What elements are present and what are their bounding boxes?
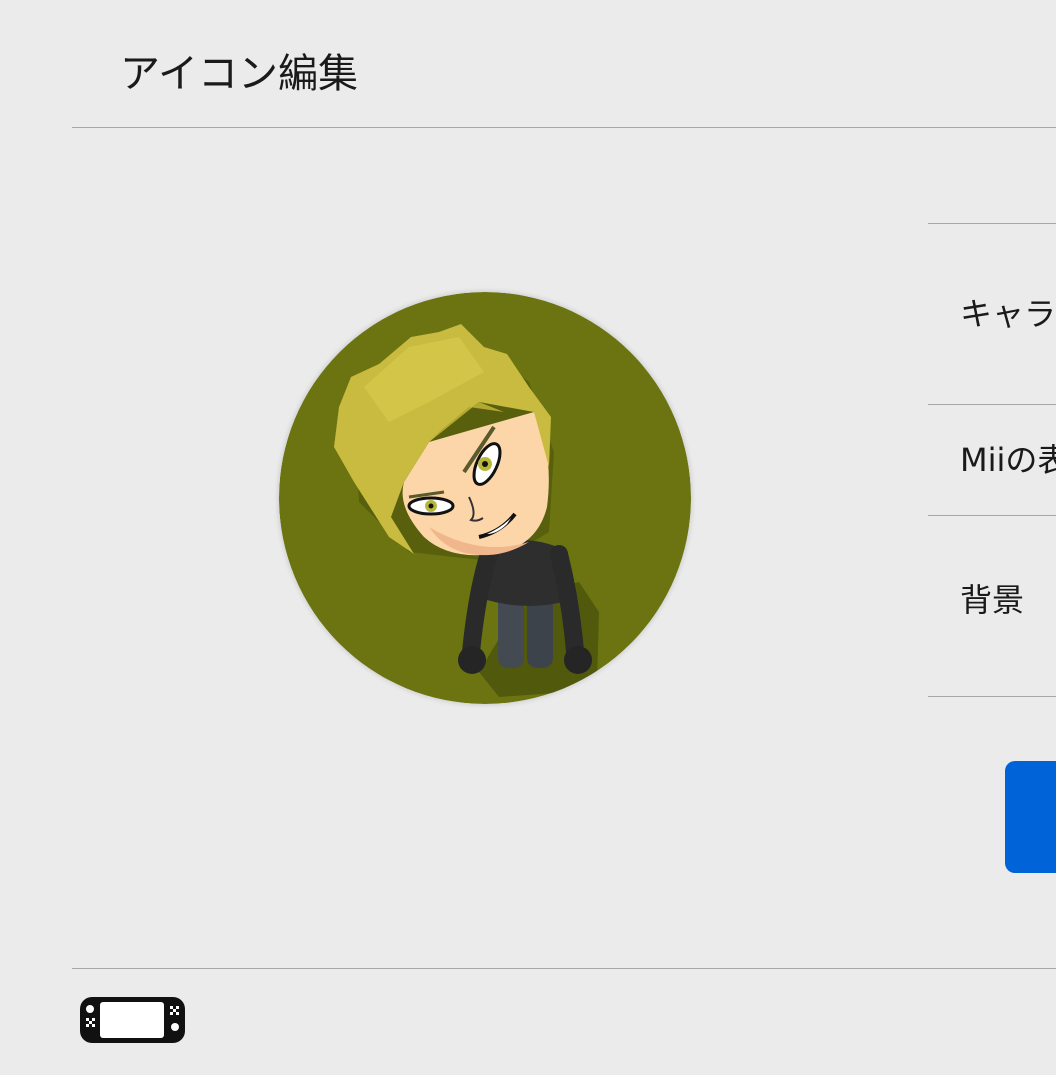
avatar-preview: [279, 292, 691, 704]
primary-action-button[interactable]: [1005, 761, 1056, 873]
menu-item-background[interactable]: 背景: [928, 516, 1056, 696]
menu-item-label: 背景: [960, 581, 1025, 619]
page-title: アイコン編集: [120, 51, 358, 97]
menu-item-label: キャラ: [960, 295, 1056, 333]
header-divider: [72, 127, 1056, 128]
settings-menu: キャラ Miiの表 背景: [928, 223, 1056, 697]
icon-edit-screen: アイコン編集 キャラ Miiの表 背景: [0, 0, 1056, 1075]
menu-item-label: Miiの表: [960, 441, 1056, 479]
footer-divider: [72, 968, 1056, 969]
menu-item-mii-expression[interactable]: Miiの表: [928, 405, 1056, 515]
mii-character-icon: [279, 292, 691, 704]
menu-divider: [928, 696, 1056, 697]
menu-item-character[interactable]: キャラ: [928, 224, 1056, 404]
handheld-console-icon: [80, 997, 185, 1043]
